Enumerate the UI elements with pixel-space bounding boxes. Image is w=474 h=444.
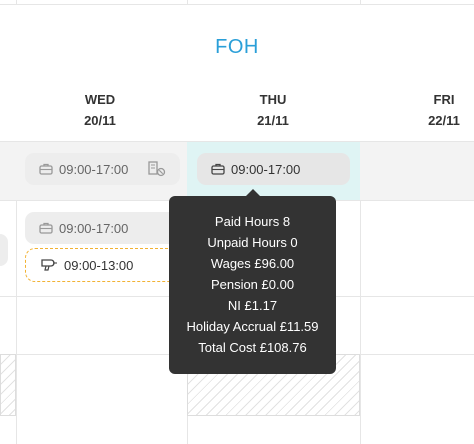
day-date: 22/11 bbox=[428, 113, 460, 128]
pending-shift-card[interactable]: 09:00-13:00 bbox=[25, 248, 180, 282]
shift-time: 09:00-17:00 bbox=[59, 220, 129, 236]
day-header-thu[interactable]: THU 21/11 bbox=[233, 92, 313, 130]
hairdryer-icon bbox=[40, 257, 60, 274]
shift-time: 09:00-17:00 bbox=[231, 161, 301, 177]
day-date: 21/11 bbox=[257, 113, 289, 128]
shift-time: 09:00-13:00 bbox=[64, 257, 134, 273]
shift-card[interactable]: 09:00-17:00 bbox=[197, 153, 350, 185]
shift-time: 09:00-17:00 bbox=[59, 161, 129, 177]
day-name: THU bbox=[259, 92, 287, 107]
pension: Pension £0.00 bbox=[210, 277, 295, 292]
shift-card[interactable]: 09:00-17:00 bbox=[25, 153, 180, 185]
ni: NI £1.17 bbox=[227, 298, 278, 313]
group-title: FOH bbox=[215, 36, 259, 58]
shift-cost-tooltip: Paid Hours 8 Unpaid Hours 0 Wages £96.00… bbox=[169, 196, 336, 374]
briefcase-icon bbox=[209, 162, 227, 176]
unavailable-cell bbox=[0, 354, 16, 416]
day-name: WED bbox=[84, 92, 116, 107]
shift-card-partial[interactable] bbox=[0, 234, 8, 266]
shift-card[interactable]: 09:00-17:00 bbox=[25, 212, 180, 244]
day-header-wed[interactable]: WED 20/11 bbox=[60, 92, 140, 130]
day-name: FRI bbox=[433, 92, 455, 107]
day-date: 20/11 bbox=[84, 113, 116, 128]
wages: Wages £96.00 bbox=[210, 256, 295, 271]
briefcase-icon bbox=[37, 221, 55, 235]
paid-hours: Paid Hours 8 bbox=[214, 214, 291, 229]
shift-swap-icon[interactable] bbox=[148, 161, 166, 180]
briefcase-icon bbox=[37, 162, 55, 176]
total-cost: Total Cost £108.76 bbox=[198, 340, 307, 355]
unpaid-hours: Unpaid Hours 0 bbox=[207, 235, 298, 250]
holiday-accrual: Holiday Accrual £11.59 bbox=[186, 319, 319, 334]
day-header-fri[interactable]: FRI 22/11 bbox=[404, 92, 474, 130]
